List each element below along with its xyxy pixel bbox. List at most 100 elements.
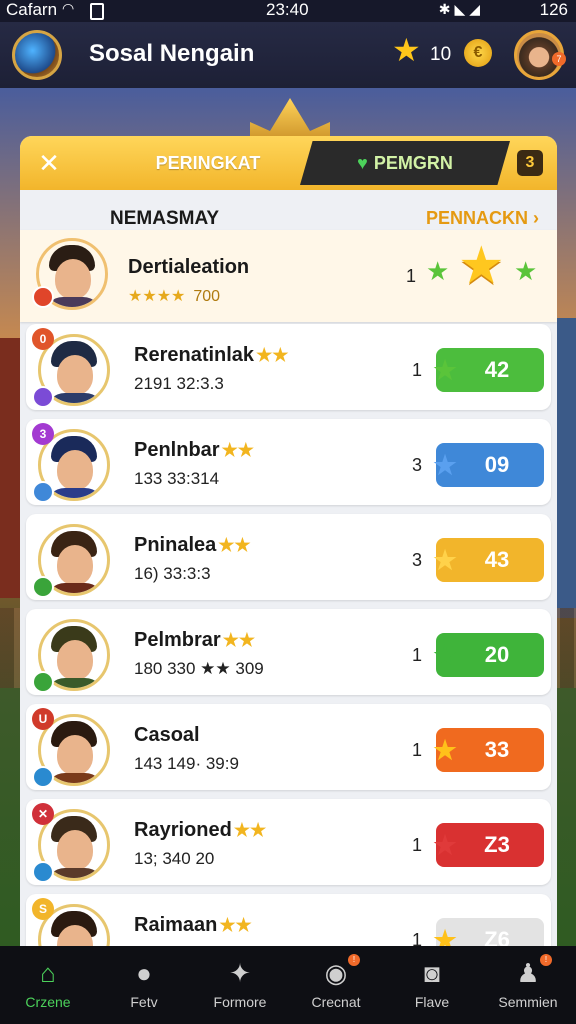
nav-item-crecnat[interactable]: ◉ Crecnat! bbox=[288, 946, 384, 1024]
rocket-icon: ✦ bbox=[229, 958, 251, 988]
player-name: Rerenatinlak ★★ bbox=[134, 344, 289, 366]
rank-badge-icon bbox=[32, 766, 54, 788]
score-value: 42 bbox=[484, 357, 510, 382]
player-stats: 133 33:314 bbox=[134, 469, 220, 488]
notification-dot: ! bbox=[540, 954, 552, 966]
nav-item-formore[interactable]: ✦ Formore bbox=[192, 946, 288, 1024]
status-bar: Cafarn ◠ 23:40 ✱◣◢ 126 bbox=[0, 0, 576, 22]
leaderboard-row[interactable]: U Casoal 143 149· 39:9 1 ★ 33 bbox=[26, 704, 551, 790]
rank-number: 1 bbox=[412, 740, 423, 760]
rank-badge-icon bbox=[32, 481, 54, 503]
score-value: Z6 bbox=[484, 927, 510, 948]
bottom-nav: ⌂ Crzene ● Fetv ✦ Formore ◉ Crecnat! ◙ Flave… bbox=[0, 946, 576, 1024]
app-title: Sosal Nengain bbox=[89, 40, 255, 67]
score-pill[interactable]: ★ 43 bbox=[433, 538, 544, 582]
leaderboard-row[interactable]: Pelmbrar ★★ 180 330 ★★ 309 1 ★ 20 bbox=[26, 609, 551, 695]
nav-item-semmien[interactable]: ♟ Semmien! bbox=[480, 946, 576, 1024]
nav-item-fetv[interactable]: ● Fetv bbox=[96, 946, 192, 1024]
player-stats: 2191 32:3.3 bbox=[134, 374, 224, 393]
player-stats: 13; 340 20 bbox=[134, 849, 215, 868]
notification-dot: ! bbox=[348, 954, 360, 966]
star-icon: ★ bbox=[433, 735, 457, 765]
star-icon: ★ bbox=[392, 32, 421, 68]
score-value: 09 bbox=[484, 452, 510, 477]
app-header: Sosal Nengain ★ 10 € 7 bbox=[0, 22, 576, 88]
player-stats: 180 330 ★★ 309 bbox=[134, 659, 264, 678]
nav-label: Semmien bbox=[498, 994, 558, 1010]
tab-peringkat[interactable]: PERINGKAT bbox=[108, 136, 308, 190]
rank-number: 1 bbox=[412, 360, 423, 380]
tab-pemgrn[interactable]: ♥ PEMGRN bbox=[300, 141, 510, 185]
stars-icon: ★★ bbox=[219, 915, 252, 935]
score-pill[interactable]: ★ 09 bbox=[433, 443, 544, 487]
close-button[interactable]: ✕ bbox=[34, 148, 64, 178]
rank-badge-icon bbox=[32, 671, 54, 693]
player-value: 700 bbox=[193, 288, 221, 305]
player-stars: ★★★★ 700 bbox=[128, 286, 220, 306]
stars-icon: ★★ bbox=[221, 440, 254, 460]
star-icon: ★ bbox=[433, 830, 457, 860]
home-icon: ⌂ bbox=[40, 958, 56, 988]
nav-label: Flave bbox=[414, 994, 450, 1010]
stars-icon: ★★ bbox=[222, 630, 255, 650]
nav-label: Crzene bbox=[25, 994, 71, 1010]
player-name: Penlnbar ★★ bbox=[134, 439, 254, 461]
signal-icon: ✱◣◢ bbox=[438, 1, 484, 17]
nav-label: Crecnat bbox=[311, 994, 361, 1010]
nav-label: Formore bbox=[213, 994, 267, 1010]
my-rank-row[interactable]: Dertialeation ★★★★ 700 1 ★ ★ ★ bbox=[20, 230, 557, 322]
leaderboard-row[interactable]: 0 Rerenatinlak ★★ 2191 32:3.3 1 ★ 42 bbox=[26, 324, 551, 410]
score-value: Z3 bbox=[484, 832, 510, 857]
nav-item-crzene[interactable]: ⌂ Crzene bbox=[0, 946, 96, 1024]
star-icon: ★ bbox=[433, 640, 457, 670]
leaderboard-row[interactable]: ✕ Rayrioned ★★ 13; 340 20 1 ★ Z3 bbox=[26, 799, 551, 885]
tab-pemgrn-label: PEMGRN bbox=[373, 153, 453, 173]
see-more-label: PENNACKN bbox=[425, 208, 528, 228]
notification-badge: 7 bbox=[552, 52, 566, 66]
player-name: Pninalea ★★ bbox=[134, 534, 251, 556]
star-icon: ★ bbox=[433, 450, 457, 480]
score-pill[interactable]: ★ 20 bbox=[433, 633, 544, 677]
player-stats: 143 149· 39:9 bbox=[134, 754, 239, 773]
tab-badge[interactable]: 3 bbox=[517, 150, 543, 176]
score-pill[interactable]: ★ 42 bbox=[433, 348, 544, 392]
profile-icon: ♟ bbox=[516, 958, 540, 988]
nav-item-flave[interactable]: ◙ Flave bbox=[384, 946, 480, 1024]
stars-icon: ★★ bbox=[256, 345, 289, 365]
app-logo-icon[interactable] bbox=[12, 30, 62, 80]
leaderboard-panel: ✕ PERINGKAT ♥ PEMGRN 3 NEMASMAY PENNACKN … bbox=[20, 136, 557, 948]
stars-icon: ★★ bbox=[233, 820, 267, 840]
leaderboard-row[interactable]: S Raimaan★★ 151 331 24 1 ★ Z6 bbox=[26, 894, 551, 948]
leaderboard-row[interactable]: Pninalea ★★ 16) 33:3:3 3 ★ 43 bbox=[26, 514, 551, 600]
sim-icon bbox=[90, 3, 104, 20]
green-star-icon: ★ bbox=[426, 256, 450, 286]
wifi-icon: ◠ bbox=[62, 0, 75, 16]
leaderboard-row[interactable]: 3 Penlnbar ★★ 133 33:314 3 ★ 09 bbox=[26, 419, 551, 505]
see-more-link[interactable]: PENNACKN › bbox=[426, 208, 539, 229]
level-badge: ✕ bbox=[32, 803, 54, 825]
coin-icon[interactable]: € bbox=[464, 39, 492, 67]
score-value: 20 bbox=[484, 642, 510, 667]
star-icon: ★ bbox=[433, 545, 457, 575]
rank-badge-icon bbox=[32, 386, 54, 408]
score-pill[interactable]: ★ 33 bbox=[433, 728, 544, 772]
score-pill[interactable]: ★ Z3 bbox=[433, 823, 544, 867]
player-name: Pelmbrar ★★ bbox=[134, 629, 255, 651]
stars-icon: ★★ bbox=[218, 535, 251, 555]
rank-number: 3 bbox=[412, 455, 423, 475]
rank-badge-icon bbox=[32, 576, 54, 598]
camera-icon: ◙ bbox=[424, 958, 440, 988]
list-header-label: NEMASMAY bbox=[110, 208, 220, 229]
score-pill[interactable]: ★ Z6 bbox=[433, 918, 544, 948]
rank-number: 3 bbox=[412, 550, 423, 570]
badge-icon: ◉ bbox=[324, 958, 348, 988]
nav-label: Fetv bbox=[130, 994, 158, 1010]
star-count: 10 bbox=[430, 44, 452, 65]
player-stats: 16) 33:3:3 bbox=[134, 564, 211, 583]
player-name: Dertialeation bbox=[128, 256, 250, 278]
carrier-label: Cafarn bbox=[6, 0, 58, 19]
rank-badge-icon bbox=[32, 286, 54, 308]
status-time: 23:40 bbox=[266, 0, 309, 19]
player-name: Rayrioned ★★ bbox=[134, 819, 267, 841]
list-header: NEMASMAY PENNACKN › bbox=[20, 194, 557, 230]
